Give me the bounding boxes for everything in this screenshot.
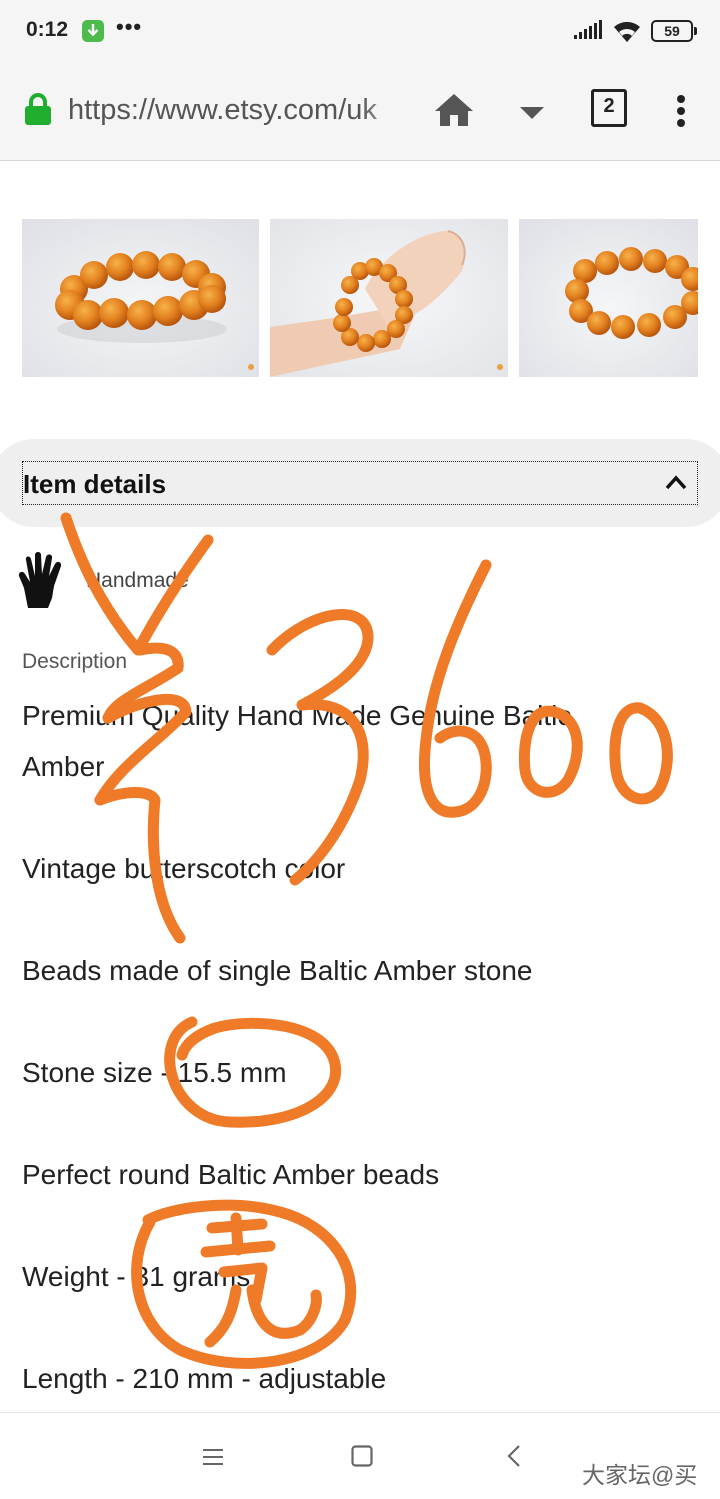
description-line: Beads made of single Baltic Amber stone	[22, 955, 533, 986]
handmade-label: Handmade	[86, 569, 189, 592]
status-bar: 0:12 ••• 59	[0, 0, 720, 64]
browser-toolbar: https://www.etsy.com/uk 2	[0, 64, 720, 161]
item-details-toggle[interactable]: Item details	[22, 461, 698, 505]
description-line: Weight - 31 grams	[22, 1261, 251, 1292]
description-line: Premium Quality Hand Made Genuine Baltic	[22, 700, 572, 731]
description-line: Stone size - 15.5 mm	[22, 1057, 287, 1088]
more-menu-icon[interactable]	[676, 94, 686, 128]
description-line: Perfect round Baltic Amber beads	[22, 1159, 440, 1190]
description-line: Length - 210 mm - adjustable	[22, 1363, 387, 1394]
caret-down-icon[interactable]	[519, 106, 545, 120]
wifi-icon	[614, 21, 640, 42]
address-bar[interactable]: https://www.etsy.com/uk	[68, 94, 413, 127]
download-icon	[82, 20, 104, 42]
product-thumbnail-3[interactable]	[519, 219, 698, 377]
item-details-title: Item details	[23, 469, 167, 499]
tab-count: 2	[603, 95, 615, 117]
product-thumbnail-2[interactable]	[270, 219, 508, 377]
more-notifications-icon: •••	[116, 14, 143, 39]
battery-level: 59	[664, 23, 680, 39]
signal-icon	[574, 20, 602, 39]
chevron-up-icon[interactable]	[665, 474, 687, 490]
battery-icon: 59	[651, 20, 697, 42]
tab-switcher-button[interactable]: 2	[591, 89, 627, 127]
description-line: Vintage butterscotch color	[22, 853, 346, 884]
description-line: Amber	[22, 751, 105, 782]
back-icon[interactable]	[507, 1444, 521, 1468]
product-thumbnail-1[interactable]	[22, 219, 259, 377]
hand-icon	[18, 552, 62, 608]
home-icon[interactable]	[434, 92, 474, 128]
description-label: Description	[22, 650, 128, 673]
lock-icon[interactable]	[24, 92, 52, 126]
status-time: 0:12	[26, 18, 69, 41]
recent-apps-icon[interactable]	[202, 1447, 224, 1467]
watermark: 大家坛@买	[582, 1462, 698, 1488]
home-button-icon[interactable]	[351, 1445, 373, 1467]
